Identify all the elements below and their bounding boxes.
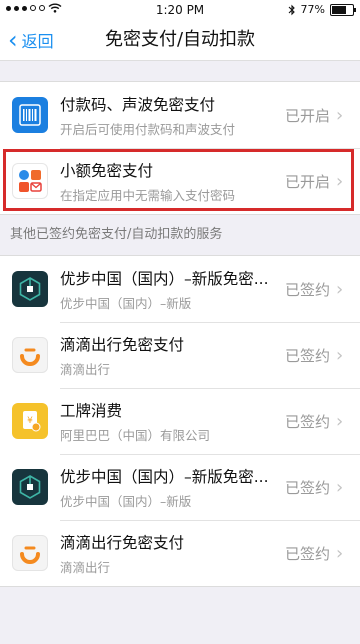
page-title: 免密支付/自动扣款 bbox=[104, 29, 256, 50]
uber-icon bbox=[12, 469, 48, 505]
barcode-icon bbox=[12, 97, 48, 133]
item-subtitle: 在指定应用中无需输入支付密码 bbox=[60, 187, 236, 203]
battery-percent: 77% bbox=[300, 3, 325, 16]
item-subtitle: 滴滴出行 bbox=[60, 361, 111, 377]
item-title: 滴滴出行免密支付 bbox=[60, 335, 185, 354]
item-title: 优步中国（国内）–新版免密... bbox=[60, 269, 269, 288]
main-settings-group: 付款码、声波免密支付 开启后可使用付款码和声波支付 已开启 › 小额免密支付 在… bbox=[0, 81, 360, 215]
chevron-right-icon: › bbox=[336, 344, 344, 366]
item-title: 工牌消费 bbox=[60, 401, 123, 420]
list-item-service[interactable]: 优步中国（国内）–新版免密... 优步中国（国内）–新版 已签约 › bbox=[0, 256, 360, 322]
item-subtitle: 滴滴出行 bbox=[60, 559, 111, 575]
item-title: 优步中国（国内）–新版免密... bbox=[60, 467, 269, 486]
bluetooth-icon bbox=[288, 4, 295, 15]
list-item-service[interactable]: ¥ 工牌消费 阿里巴巴（中国）有限公司 已签约 › bbox=[0, 388, 360, 454]
battery-fill bbox=[332, 5, 346, 14]
item-title: 滴滴出行免密支付 bbox=[60, 533, 185, 552]
list-item-service[interactable]: 滴滴出行免密支付 滴滴出行 已签约 › bbox=[0, 520, 360, 586]
chevron-right-icon: › bbox=[336, 278, 344, 300]
status-bar: 1:20 PM 77% bbox=[0, 0, 360, 20]
services-group: 优步中国（国内）–新版免密... 优步中国（国内）–新版 已签约 › 滴滴出行免… bbox=[0, 255, 360, 587]
svg-text:¥: ¥ bbox=[27, 416, 33, 426]
didi-icon bbox=[12, 535, 48, 571]
chevron-right-icon: › bbox=[336, 542, 344, 564]
list-item-service[interactable]: 优步中国（国内）–新版免密... 优步中国（国内）–新版 已签约 › bbox=[0, 454, 360, 520]
divider bbox=[60, 322, 360, 323]
chevron-right-icon: › bbox=[336, 410, 344, 432]
item-subtitle: 优步中国（国内）–新版 bbox=[60, 493, 192, 509]
status-label: 已开启 bbox=[284, 106, 330, 125]
item-title: 付款码、声波免密支付 bbox=[60, 95, 216, 114]
small-payment-icon bbox=[12, 163, 48, 199]
list-item-barcode-payment[interactable]: 付款码、声波免密支付 开启后可使用付款码和声波支付 已开启 › bbox=[0, 82, 360, 148]
status-label: 已签约 bbox=[284, 346, 330, 365]
battery-icon bbox=[330, 3, 356, 16]
divider bbox=[60, 520, 360, 521]
chevron-right-icon: › bbox=[336, 104, 344, 126]
status-label: 已开启 bbox=[284, 172, 330, 191]
item-subtitle: 阿里巴巴（中国）有限公司 bbox=[60, 427, 211, 443]
gongpai-icon: ¥ bbox=[12, 403, 48, 439]
uber-icon bbox=[12, 271, 48, 307]
item-subtitle: 开启后可使用付款码和声波支付 bbox=[60, 121, 236, 137]
status-label: 已签约 bbox=[284, 544, 330, 563]
status-label: 已签约 bbox=[284, 478, 330, 497]
list-item-small-payment[interactable]: 小额免密支付 在指定应用中无需输入支付密码 已开启 › bbox=[0, 148, 360, 214]
status-label: 已签约 bbox=[284, 412, 330, 431]
chevron-right-icon: › bbox=[336, 170, 344, 192]
chevron-right-icon: › bbox=[336, 476, 344, 498]
list-item-service[interactable]: 滴滴出行免密支付 滴滴出行 已签约 › bbox=[0, 322, 360, 388]
item-subtitle: 优步中国（国内）–新版 bbox=[60, 295, 192, 311]
divider bbox=[60, 388, 360, 389]
divider bbox=[60, 148, 360, 149]
divider bbox=[60, 454, 360, 455]
item-title: 小额免密支付 bbox=[60, 161, 154, 180]
didi-icon bbox=[12, 337, 48, 373]
nav-bar: ‹ 返回 免密支付/自动扣款 bbox=[0, 20, 360, 61]
status-label: 已签约 bbox=[284, 280, 330, 299]
section-header: 其他已签约免密支付/自动扣款的服务 bbox=[10, 227, 223, 242]
